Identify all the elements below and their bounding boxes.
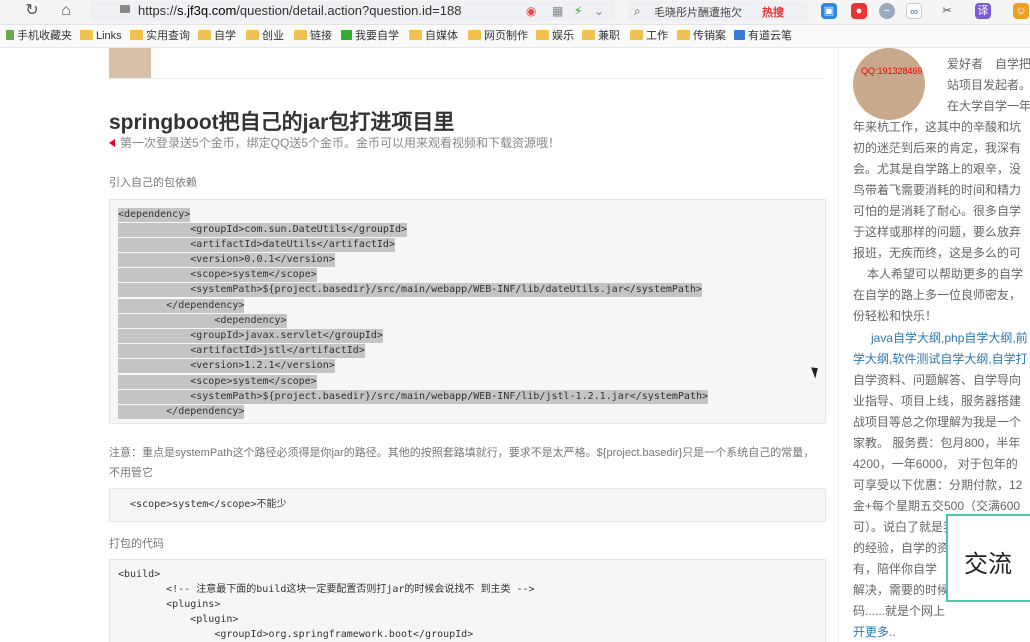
code-block-build[interactable]: <build> <!-- 注意最下面的build这块一定要配置否则打jar的时候… xyxy=(109,559,826,642)
code-line: <systemPath>${project.basedir}/src/main/… xyxy=(118,283,702,297)
address-bar[interactable]: https://s.jf3q.com/question/detail.actio… xyxy=(90,1,615,21)
bookmarks-bar: 手机收藏夹 Links 实用查询 自学 创业 链接 我要自学 自媒体 网页制作 … xyxy=(0,25,1030,48)
bookmark-mobile[interactable]: 手机收藏夹 xyxy=(6,29,72,43)
code-block-scope[interactable]: <scope>system</scope>不能少 xyxy=(109,488,826,522)
code-block-dependencies[interactable]: <dependency> <groupId>com.sun.DateUtils<… xyxy=(109,199,826,424)
bookmark-selfstudy[interactable]: 自学 xyxy=(198,29,236,43)
code-line: <artifactId>jstl</artifactId> xyxy=(118,344,365,358)
minus-icon[interactable]: − xyxy=(879,3,895,19)
code-line: <plugin> xyxy=(118,614,239,625)
code-line: <groupId>org.springframework.boot</group… xyxy=(118,629,474,640)
code-line: </dependency> xyxy=(118,299,245,313)
browser-toolbar: ↻ ⌂ https://s.jf3q.com/question/detail.a… xyxy=(0,0,1030,25)
lightning-icon[interactable]: ⚡ xyxy=(574,3,582,19)
home-icon[interactable]: ⌂ xyxy=(56,1,76,21)
pack-label: 打包的代码 xyxy=(109,538,164,550)
url-text[interactable]: https://s.jf3q.com/question/detail.actio… xyxy=(138,3,461,18)
code-line: <groupId>javax.servlet</groupId> xyxy=(118,329,383,343)
link-icon[interactable]: ∞ xyxy=(906,3,922,19)
extension-icon[interactable]: ▣ xyxy=(821,3,837,19)
search-box[interactable]: ⌕ 毛晓彤片酬遭拖欠 热搜 xyxy=(628,1,808,21)
scissors-icon[interactable]: ✂ xyxy=(939,3,955,19)
chat-float-panel[interactable]: 交流 xyxy=(946,514,1030,602)
speaker-icon xyxy=(109,139,115,147)
code-line: <artifactId>dateUtils</artifactId> xyxy=(118,238,395,252)
hot-search-label[interactable]: 热搜 xyxy=(762,4,784,20)
divider xyxy=(109,78,824,79)
author-avatar[interactable] xyxy=(109,48,151,78)
bookmark-youdao[interactable]: 有道云笔 xyxy=(734,29,792,43)
code-line: <!-- 注意最下面的build这块一定要配置否则打jar的时候会说找不 到主类… xyxy=(118,584,535,595)
bookmark-links[interactable]: Links xyxy=(80,29,122,43)
bookmark-case[interactable]: 传销案 xyxy=(677,29,726,43)
bookmark-startup[interactable]: 创业 xyxy=(246,29,284,43)
code-line: <scope>system</scope>不能少 xyxy=(118,499,287,510)
refresh-icon[interactable]: ↻ xyxy=(22,1,42,21)
page-title: springboot把自己的jar包打进项目里 xyxy=(109,111,455,134)
code-line: <version>0.0.1</version> xyxy=(118,253,335,267)
bookmark-webdesign[interactable]: 网页制作 xyxy=(468,29,528,43)
bookmark-query[interactable]: 实用查询 xyxy=(130,29,190,43)
code-line: <scope>system</scope> xyxy=(118,268,317,282)
profile-icon[interactable]: ☺ xyxy=(1013,3,1029,19)
bookmark-entertainment[interactable]: 娱乐 xyxy=(536,29,574,43)
bookmark-media[interactable]: 自媒体 xyxy=(409,29,458,43)
code-line: <groupId>com.sun.DateUtils</groupId> xyxy=(118,223,407,237)
code-line: <dependency> xyxy=(118,208,191,222)
grid-icon[interactable]: ▦ xyxy=(552,3,563,19)
sidebar-avatar[interactable]: QQ:1913284695 xyxy=(853,48,925,120)
note-text: 注意：重点是systemPath这个路径必须得是你jar的路径。其他的按照套路填… xyxy=(109,447,815,479)
search-query[interactable]: 毛晓彤片酬遭拖欠 xyxy=(654,4,742,20)
read-more-link[interactable]: 开更多.. xyxy=(853,624,896,640)
code-line: <scope>system</scope> xyxy=(118,375,317,389)
code-line: </dependency> xyxy=(118,405,245,419)
code-line: <systemPath>${project.basedir}/src/main/… xyxy=(118,390,709,404)
sidebar-study-links[interactable]: java自学大纲,php自学大纲,前 xyxy=(871,330,1028,346)
code-line: <plugins> xyxy=(118,599,221,610)
sidebar-study-links-2[interactable]: 学大纲,软件测试自学大纲,自学打 xyxy=(853,351,1028,367)
search-icon: ⌕ xyxy=(634,4,641,18)
chevron-down-icon[interactable]: ⌄ xyxy=(594,3,604,19)
login-notice: 第一次登录送5个金币，绑定QQ送5个金币。金币可以用来观看视频和下载资源哦！ xyxy=(109,134,560,151)
lock-icon xyxy=(120,5,130,13)
bookmark-links-cn[interactable]: 链接 xyxy=(294,29,332,43)
code-line: <dependency> xyxy=(118,314,287,328)
intro-text: 引入自己的包依赖 xyxy=(109,177,197,189)
code-line: <version>1.2.1</version> xyxy=(118,359,335,373)
code-line: <build> xyxy=(118,569,161,580)
bookmark-parttime[interactable]: 兼职 xyxy=(582,29,620,43)
adblock-icon[interactable]: ● xyxy=(851,3,867,19)
bookmark-woyaozixue[interactable]: 我要自学 xyxy=(341,29,399,43)
shield-icon[interactable]: ◉ xyxy=(526,3,536,19)
translate-icon[interactable]: 译 xyxy=(975,3,991,19)
page-content: springboot把自己的jar包打进项目里 第一次登录送5个金币，绑定QQ送… xyxy=(0,48,1030,642)
bookmark-work[interactable]: 工作 xyxy=(630,29,668,43)
